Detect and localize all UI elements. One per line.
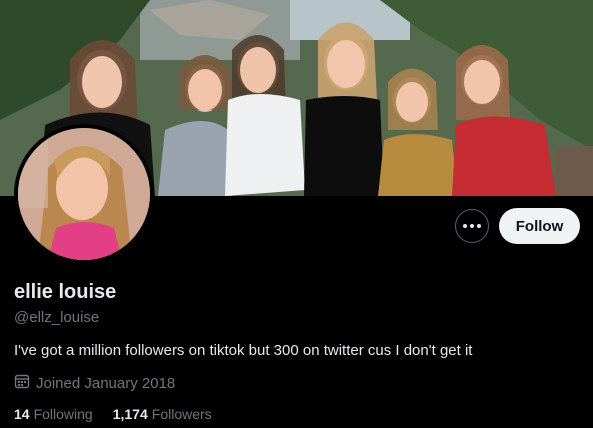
avatar-photo: [18, 128, 150, 260]
profile-display-name: ellie louise: [14, 281, 117, 303]
more-options-button[interactable]: [455, 209, 489, 243]
following-label: Following: [33, 406, 93, 422]
joined-text: Joined January 2018: [36, 374, 176, 392]
follow-button[interactable]: Follow: [499, 208, 580, 244]
following-count: 14: [14, 406, 30, 422]
more-horizontal-icon: [463, 224, 481, 228]
followers-label: Followers: [151, 406, 212, 422]
followers-link[interactable]: 1,174 Followers: [113, 406, 212, 422]
profile-avatar[interactable]: [14, 124, 154, 264]
calendar-icon: [14, 373, 30, 393]
profile-handle: @ellz_louise: [14, 309, 100, 326]
profile-bio: I've got a million followers on tiktok b…: [14, 342, 473, 359]
joined-date: Joined January 2018: [14, 373, 175, 393]
follow-stats: 14 Following 1,174 Followers: [14, 406, 212, 422]
following-link[interactable]: 14 Following: [14, 406, 93, 422]
followers-count: 1,174: [112, 406, 148, 422]
